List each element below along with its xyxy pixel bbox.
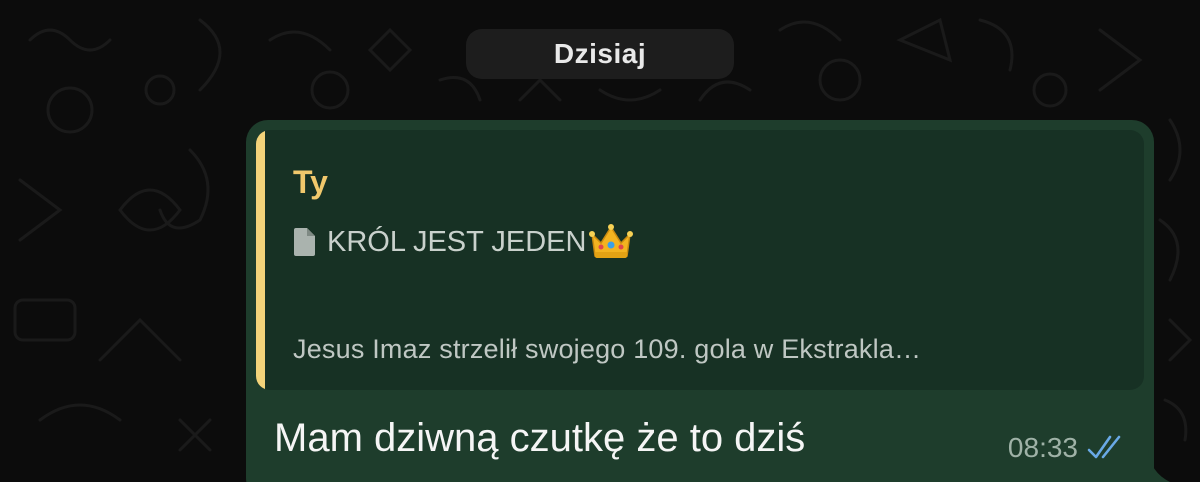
document-icon: [294, 228, 315, 256]
date-separator: Dzisiaj: [466, 29, 734, 79]
chat-area: Dzisiaj Ty KRÓL JEST JEDEN Jesus Imaz st…: [0, 0, 1200, 482]
message-time: 08:33: [1007, 432, 1078, 463]
quote-title-text: KRÓL JEST JEDEN: [327, 225, 587, 258]
reply-quote[interactable]: Ty KRÓL JEST JEDEN Jesus Imaz strzelił s…: [256, 130, 1144, 390]
crown-icon: [589, 224, 634, 258]
message-meta: 08:33: [1008, 432, 1130, 464]
quote-author: Ty: [293, 164, 328, 200]
message-text: Mam dziwną czutkę że to dziś: [274, 416, 806, 460]
quote-snippet: Jesus Imaz strzelił swojego 109. gola w …: [293, 334, 922, 364]
message-bubble[interactable]: Ty KRÓL JEST JEDEN Jesus Imaz strzelił s…: [246, 120, 1154, 482]
double-check-icon: [1087, 435, 1121, 459]
quote-bar: [256, 130, 265, 390]
quote-title: KRÓL JEST JEDEN: [293, 222, 634, 262]
bubble-tail: [1148, 450, 1170, 482]
